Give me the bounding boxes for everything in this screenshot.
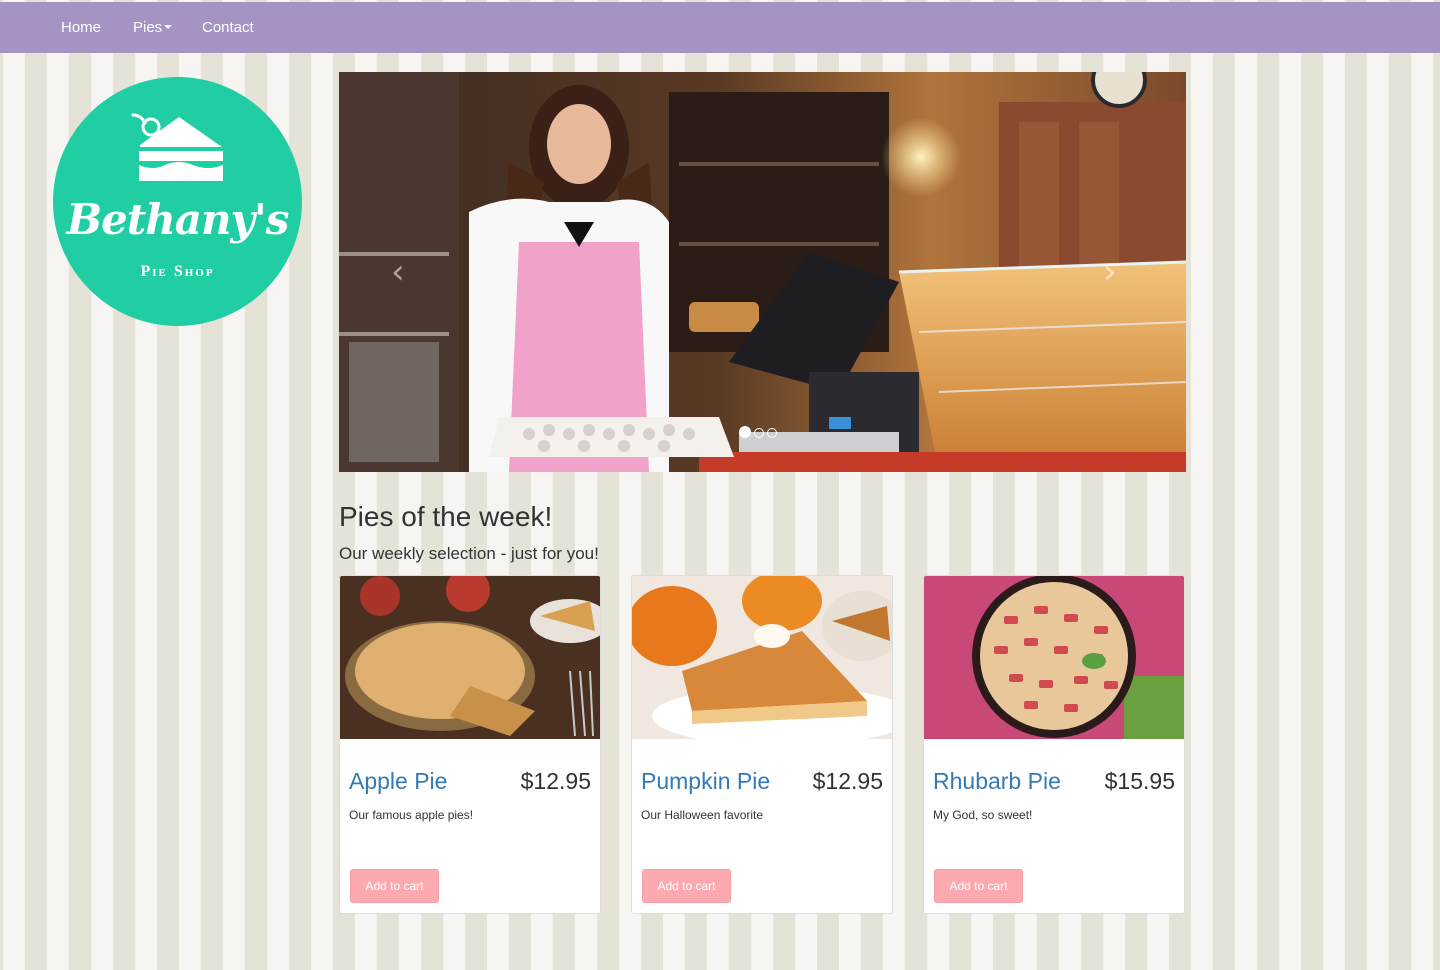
pie-description: Our Halloween favorite xyxy=(641,808,764,822)
pie-card-apple: Apple Pie $12.95 Our famous apple pies! … xyxy=(339,575,601,914)
pie-name[interactable]: Rhubarb Pie xyxy=(933,768,1061,795)
apple-pie-image xyxy=(340,576,600,739)
pie-description: My God, so sweet! xyxy=(933,808,1033,822)
hero-carousel: ‹ › xyxy=(339,72,1186,472)
carousel-next-button[interactable]: › xyxy=(1103,252,1117,292)
carousel-indicator-1[interactable] xyxy=(739,426,751,438)
logo-subtitle: Pie Shop xyxy=(140,263,215,280)
pie-name[interactable]: Apple Pie xyxy=(349,768,447,795)
nav-pies-dropdown[interactable]: Pies xyxy=(133,2,173,53)
pumpkin-pie-image xyxy=(632,576,892,739)
pie-description: Our famous apple pies! xyxy=(349,808,474,822)
caret-down-icon xyxy=(164,25,173,30)
add-to-cart-button[interactable]: Add to cart xyxy=(350,869,439,903)
logo-name: Bethany's xyxy=(66,195,290,244)
carousel-indicator-2[interactable] xyxy=(754,428,764,438)
rhubarb-pie-image xyxy=(924,576,1184,739)
pie-price: $15.95 xyxy=(1104,768,1175,794)
bakery-shop-image xyxy=(339,72,1186,472)
nav-contact-link[interactable]: Contact xyxy=(202,2,254,53)
carousel-prev-button[interactable]: ‹ xyxy=(391,252,405,292)
shop-logo[interactable]: Bethany's Pie Shop xyxy=(53,77,302,326)
section-title: Pies of the week! xyxy=(339,501,553,532)
add-to-cart-button[interactable]: Add to cart xyxy=(642,869,731,903)
pie-card-rhubarb: Rhubarb Pie $15.95 My God, so sweet! Add… xyxy=(923,575,1185,914)
pie-name[interactable]: Pumpkin Pie xyxy=(641,768,770,795)
carousel-indicator-3[interactable] xyxy=(767,428,777,438)
navbar: Home Pies Contact xyxy=(0,2,1440,53)
carousel-indicators xyxy=(739,425,780,438)
pie-price: $12.95 xyxy=(812,768,883,794)
pie-price: $12.95 xyxy=(520,768,591,794)
nav-home-link[interactable]: Home xyxy=(61,2,101,53)
add-to-cart-button[interactable]: Add to cart xyxy=(934,869,1023,903)
nav-pies-label: Pies xyxy=(133,19,163,36)
section-subtitle: Our weekly selection - just for you! xyxy=(339,544,599,563)
pie-card-pumpkin: Pumpkin Pie $12.95 Our Halloween favorit… xyxy=(631,575,893,914)
